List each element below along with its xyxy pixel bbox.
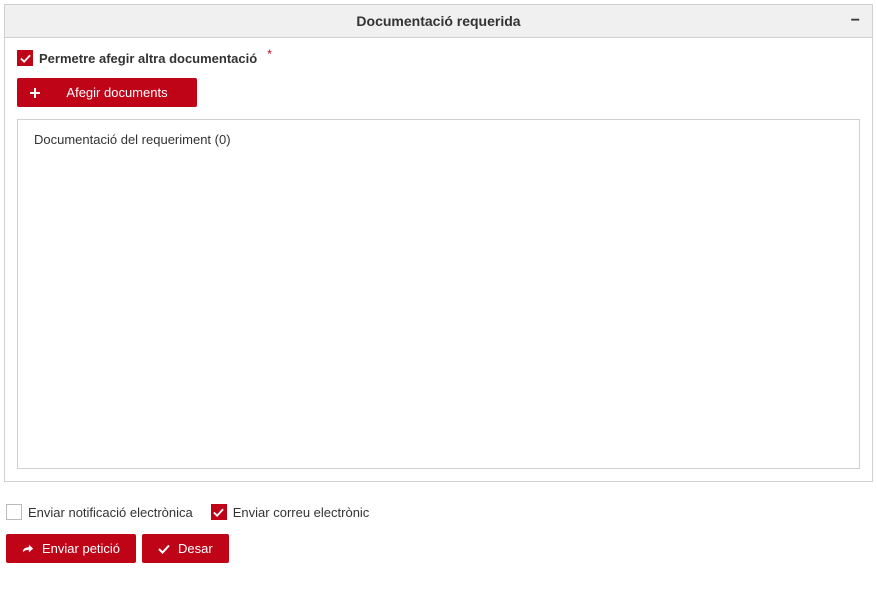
action-buttons: Enviar petició Desar: [6, 534, 871, 563]
panel-title: Documentació requerida: [356, 13, 520, 29]
send-request-button[interactable]: Enviar petició: [6, 534, 136, 563]
add-documents-button[interactable]: Afegir documents: [17, 78, 197, 107]
minus-icon[interactable]: −: [851, 13, 860, 29]
bottom-checkboxes: Enviar notificació electrònica Enviar co…: [6, 504, 871, 520]
send-notification-row: Enviar notificació electrònica: [6, 504, 193, 520]
send-notification-checkbox[interactable]: [6, 504, 22, 520]
save-label: Desar: [178, 541, 213, 556]
save-button[interactable]: Desar: [142, 534, 229, 563]
send-email-checkbox[interactable]: [211, 504, 227, 520]
check-icon: [213, 507, 224, 518]
required-indicator: *: [267, 47, 272, 61]
send-email-label: Enviar correu electrònic: [233, 505, 370, 520]
allow-extra-docs-row: Permetre afegir altra documentació *: [17, 50, 860, 66]
panel-header: Documentació requerida −: [5, 5, 872, 38]
check-icon: [20, 53, 31, 64]
send-notification-label: Enviar notificació electrònica: [28, 505, 193, 520]
check-icon: [158, 543, 170, 555]
documents-area-label: Documentació del requeriment (0): [34, 132, 843, 147]
allow-extra-docs-label: Permetre afegir altra documentació: [39, 51, 257, 66]
plus-icon: [29, 87, 41, 99]
bottom-section: Enviar notificació electrònica Enviar co…: [4, 504, 873, 563]
documents-area: Documentació del requeriment (0): [17, 119, 860, 469]
panel-body: Permetre afegir altra documentació * Afe…: [5, 38, 872, 481]
add-documents-label: Afegir documents: [49, 85, 185, 100]
send-email-row: Enviar correu electrònic: [211, 504, 370, 520]
required-documentation-panel: Documentació requerida − Permetre afegir…: [4, 4, 873, 482]
allow-extra-docs-checkbox[interactable]: [17, 50, 33, 66]
send-request-label: Enviar petició: [42, 541, 120, 556]
share-icon: [22, 543, 34, 555]
